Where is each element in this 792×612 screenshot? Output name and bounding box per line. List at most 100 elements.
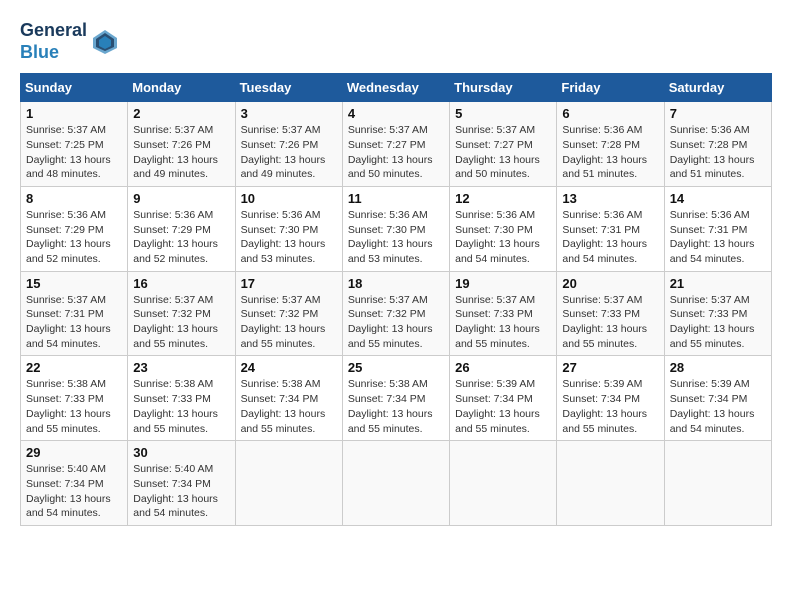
- day-number: 7: [670, 106, 766, 121]
- day-number: 25: [348, 360, 444, 375]
- cell-info: Sunrise: 5:37 AMSunset: 7:27 PMDaylight:…: [455, 124, 540, 180]
- day-number: 9: [133, 191, 229, 206]
- day-header-wednesday: Wednesday: [342, 74, 449, 102]
- calendar-cell: 2 Sunrise: 5:37 AMSunset: 7:26 PMDayligh…: [128, 102, 235, 187]
- cell-info: Sunrise: 5:36 AMSunset: 7:30 PMDaylight:…: [241, 209, 326, 265]
- day-number: 4: [348, 106, 444, 121]
- logo: GeneralBlue: [20, 20, 119, 63]
- cell-info: Sunrise: 5:36 AMSunset: 7:28 PMDaylight:…: [670, 124, 755, 180]
- calendar-week-row: 8 Sunrise: 5:36 AMSunset: 7:29 PMDayligh…: [21, 186, 772, 271]
- day-header-sunday: Sunday: [21, 74, 128, 102]
- day-number: 27: [562, 360, 658, 375]
- day-number: 2: [133, 106, 229, 121]
- day-number: 23: [133, 360, 229, 375]
- day-header-friday: Friday: [557, 74, 664, 102]
- calendar-cell: 11 Sunrise: 5:36 AMSunset: 7:30 PMDaylig…: [342, 186, 449, 271]
- calendar-cell: 24 Sunrise: 5:38 AMSunset: 7:34 PMDaylig…: [235, 356, 342, 441]
- calendar-cell: 15 Sunrise: 5:37 AMSunset: 7:31 PMDaylig…: [21, 271, 128, 356]
- calendar-week-row: 22 Sunrise: 5:38 AMSunset: 7:33 PMDaylig…: [21, 356, 772, 441]
- calendar-cell: [235, 441, 342, 526]
- day-number: 3: [241, 106, 337, 121]
- day-number: 6: [562, 106, 658, 121]
- day-header-monday: Monday: [128, 74, 235, 102]
- cell-info: Sunrise: 5:38 AMSunset: 7:34 PMDaylight:…: [241, 378, 326, 434]
- logo-icon: [91, 28, 119, 56]
- calendar-cell: 23 Sunrise: 5:38 AMSunset: 7:33 PMDaylig…: [128, 356, 235, 441]
- cell-info: Sunrise: 5:37 AMSunset: 7:33 PMDaylight:…: [670, 294, 755, 350]
- calendar-cell: 19 Sunrise: 5:37 AMSunset: 7:33 PMDaylig…: [450, 271, 557, 356]
- calendar-cell: 8 Sunrise: 5:36 AMSunset: 7:29 PMDayligh…: [21, 186, 128, 271]
- calendar-cell: 22 Sunrise: 5:38 AMSunset: 7:33 PMDaylig…: [21, 356, 128, 441]
- calendar-cell: 6 Sunrise: 5:36 AMSunset: 7:28 PMDayligh…: [557, 102, 664, 187]
- day-number: 10: [241, 191, 337, 206]
- day-number: 29: [26, 445, 122, 460]
- logo-text: GeneralBlue: [20, 20, 87, 63]
- calendar-cell: [557, 441, 664, 526]
- cell-info: Sunrise: 5:37 AMSunset: 7:25 PMDaylight:…: [26, 124, 111, 180]
- calendar-week-row: 15 Sunrise: 5:37 AMSunset: 7:31 PMDaylig…: [21, 271, 772, 356]
- calendar-cell: 25 Sunrise: 5:38 AMSunset: 7:34 PMDaylig…: [342, 356, 449, 441]
- calendar-cell: 14 Sunrise: 5:36 AMSunset: 7:31 PMDaylig…: [664, 186, 771, 271]
- calendar-cell: 5 Sunrise: 5:37 AMSunset: 7:27 PMDayligh…: [450, 102, 557, 187]
- day-number: 1: [26, 106, 122, 121]
- cell-info: Sunrise: 5:36 AMSunset: 7:28 PMDaylight:…: [562, 124, 647, 180]
- cell-info: Sunrise: 5:37 AMSunset: 7:27 PMDaylight:…: [348, 124, 433, 180]
- calendar-cell: 18 Sunrise: 5:37 AMSunset: 7:32 PMDaylig…: [342, 271, 449, 356]
- calendar-cell: 29 Sunrise: 5:40 AMSunset: 7:34 PMDaylig…: [21, 441, 128, 526]
- cell-info: Sunrise: 5:39 AMSunset: 7:34 PMDaylight:…: [670, 378, 755, 434]
- day-header-saturday: Saturday: [664, 74, 771, 102]
- calendar-cell: 9 Sunrise: 5:36 AMSunset: 7:29 PMDayligh…: [128, 186, 235, 271]
- day-number: 8: [26, 191, 122, 206]
- calendar-cell: [664, 441, 771, 526]
- day-number: 14: [670, 191, 766, 206]
- calendar-cell: 30 Sunrise: 5:40 AMSunset: 7:34 PMDaylig…: [128, 441, 235, 526]
- calendar-cell: 16 Sunrise: 5:37 AMSunset: 7:32 PMDaylig…: [128, 271, 235, 356]
- cell-info: Sunrise: 5:37 AMSunset: 7:31 PMDaylight:…: [26, 294, 111, 350]
- day-number: 12: [455, 191, 551, 206]
- cell-info: Sunrise: 5:37 AMSunset: 7:26 PMDaylight:…: [241, 124, 326, 180]
- cell-info: Sunrise: 5:37 AMSunset: 7:33 PMDaylight:…: [562, 294, 647, 350]
- cell-info: Sunrise: 5:37 AMSunset: 7:32 PMDaylight:…: [241, 294, 326, 350]
- day-number: 11: [348, 191, 444, 206]
- cell-info: Sunrise: 5:38 AMSunset: 7:33 PMDaylight:…: [133, 378, 218, 434]
- day-number: 21: [670, 276, 766, 291]
- calendar-cell: [450, 441, 557, 526]
- cell-info: Sunrise: 5:37 AMSunset: 7:33 PMDaylight:…: [455, 294, 540, 350]
- day-number: 18: [348, 276, 444, 291]
- day-number: 5: [455, 106, 551, 121]
- cell-info: Sunrise: 5:36 AMSunset: 7:30 PMDaylight:…: [348, 209, 433, 265]
- cell-info: Sunrise: 5:40 AMSunset: 7:34 PMDaylight:…: [26, 463, 111, 519]
- day-number: 24: [241, 360, 337, 375]
- calendar-cell: 21 Sunrise: 5:37 AMSunset: 7:33 PMDaylig…: [664, 271, 771, 356]
- cell-info: Sunrise: 5:38 AMSunset: 7:34 PMDaylight:…: [348, 378, 433, 434]
- day-number: 26: [455, 360, 551, 375]
- calendar-table: SundayMondayTuesdayWednesdayThursdayFrid…: [20, 73, 772, 526]
- cell-info: Sunrise: 5:36 AMSunset: 7:31 PMDaylight:…: [562, 209, 647, 265]
- calendar-cell: 13 Sunrise: 5:36 AMSunset: 7:31 PMDaylig…: [557, 186, 664, 271]
- cell-info: Sunrise: 5:36 AMSunset: 7:29 PMDaylight:…: [26, 209, 111, 265]
- cell-info: Sunrise: 5:37 AMSunset: 7:32 PMDaylight:…: [133, 294, 218, 350]
- calendar-cell: 17 Sunrise: 5:37 AMSunset: 7:32 PMDaylig…: [235, 271, 342, 356]
- calendar-week-row: 29 Sunrise: 5:40 AMSunset: 7:34 PMDaylig…: [21, 441, 772, 526]
- cell-info: Sunrise: 5:39 AMSunset: 7:34 PMDaylight:…: [562, 378, 647, 434]
- day-number: 20: [562, 276, 658, 291]
- cell-info: Sunrise: 5:38 AMSunset: 7:33 PMDaylight:…: [26, 378, 111, 434]
- day-number: 19: [455, 276, 551, 291]
- day-number: 15: [26, 276, 122, 291]
- day-number: 13: [562, 191, 658, 206]
- cell-info: Sunrise: 5:37 AMSunset: 7:32 PMDaylight:…: [348, 294, 433, 350]
- calendar-cell: 12 Sunrise: 5:36 AMSunset: 7:30 PMDaylig…: [450, 186, 557, 271]
- cell-info: Sunrise: 5:36 AMSunset: 7:29 PMDaylight:…: [133, 209, 218, 265]
- day-number: 22: [26, 360, 122, 375]
- calendar-week-row: 1 Sunrise: 5:37 AMSunset: 7:25 PMDayligh…: [21, 102, 772, 187]
- cell-info: Sunrise: 5:37 AMSunset: 7:26 PMDaylight:…: [133, 124, 218, 180]
- cell-info: Sunrise: 5:40 AMSunset: 7:34 PMDaylight:…: [133, 463, 218, 519]
- day-number: 16: [133, 276, 229, 291]
- cell-info: Sunrise: 5:39 AMSunset: 7:34 PMDaylight:…: [455, 378, 540, 434]
- day-number: 30: [133, 445, 229, 460]
- calendar-cell: 4 Sunrise: 5:37 AMSunset: 7:27 PMDayligh…: [342, 102, 449, 187]
- calendar-cell: [342, 441, 449, 526]
- day-header-thursday: Thursday: [450, 74, 557, 102]
- calendar-cell: 28 Sunrise: 5:39 AMSunset: 7:34 PMDaylig…: [664, 356, 771, 441]
- calendar-cell: 7 Sunrise: 5:36 AMSunset: 7:28 PMDayligh…: [664, 102, 771, 187]
